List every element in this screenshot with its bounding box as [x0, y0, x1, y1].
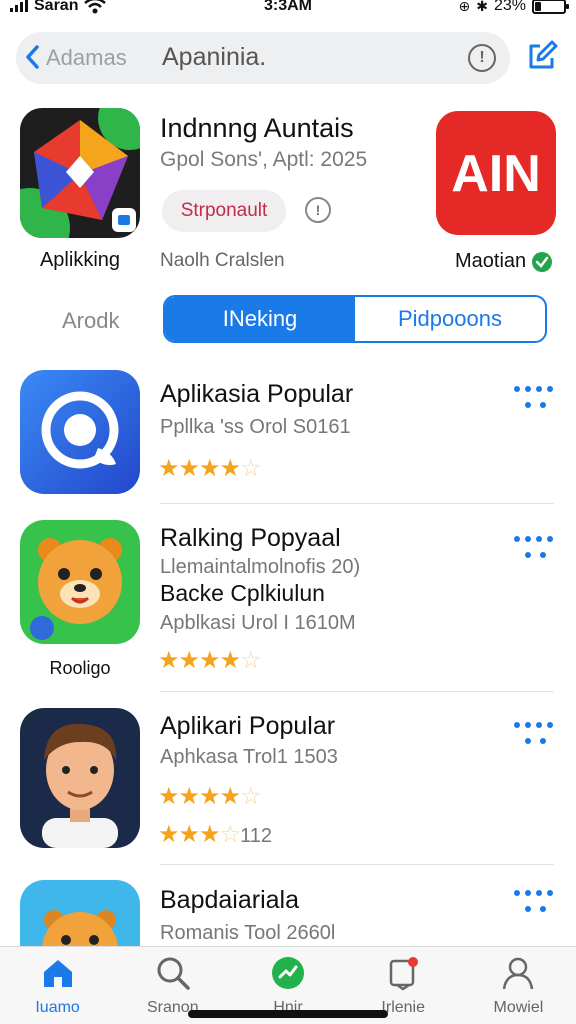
app-title: Aplikasia Popular — [160, 380, 354, 408]
app-icon[interactable] — [20, 708, 140, 848]
divider — [160, 691, 554, 692]
app-title: Aplikari Popular — [160, 712, 336, 740]
app-label-under-icon[interactable]: Rooligo — [20, 658, 140, 679]
app-subtitle-secondary: Apblkasi Urol I 1610M — [160, 612, 356, 634]
avatar-app-icon — [20, 708, 140, 848]
bear-app-icon — [20, 520, 140, 644]
rating-stars-filled: ★★★ — [158, 821, 221, 848]
notification-icon — [389, 957, 419, 991]
rating-count: 112 — [240, 825, 272, 847]
rating-star-empty: ☆ — [240, 783, 261, 810]
featured-right-label-row[interactable]: Maotian — [455, 250, 553, 273]
app-title: Ralking Popyaal — [160, 524, 341, 552]
featured-subtitle: Gpol Sons', Aptl: 2025 — [160, 148, 368, 171]
featured-description: Naolh Cralslen — [160, 250, 285, 271]
featured-app-artwork — [20, 108, 140, 238]
segment-ineking[interactable]: INeking — [165, 297, 355, 341]
featured-title: Indnnng Auntais — [160, 113, 354, 143]
divider — [160, 503, 554, 504]
lock-rotation-icon: ⊕ — [458, 0, 471, 14]
battery-fill — [535, 1, 541, 11]
rating-stars-filled: ★★★★ — [158, 455, 241, 482]
app-icon[interactable] — [20, 520, 140, 644]
rating-stars-secondary: ★★★☆112 — [158, 820, 272, 849]
profile-icon — [503, 957, 534, 990]
tab-profile[interactable]: Mowiel — [461, 947, 576, 1024]
rating-stars-filled: ★★★★ — [158, 783, 241, 810]
rating-stars: ★★★★☆ — [158, 454, 262, 483]
app-title: Bapdaiariala — [160, 886, 299, 914]
segment-pidpooons[interactable]: Pidpooons — [355, 297, 545, 341]
chat-icon — [272, 957, 304, 989]
app-subtitle: Llemaintalmolnofis 20) — [160, 556, 361, 578]
rating-star-empty: ☆ — [240, 455, 261, 482]
rating-stars-filled: ★★★★ — [158, 647, 241, 674]
bluetooth-icon: ✱ — [476, 0, 488, 14]
more-options-icon[interactable] — [512, 384, 553, 414]
more-options-icon[interactable] — [512, 888, 553, 918]
status-bar: Saran 3:3AM ⊕ ✱ 23% — [0, 0, 576, 20]
app-subtitle: Romanis Tool 2660l — [160, 922, 336, 944]
tab-home[interactable]: Iuamo — [0, 947, 115, 1024]
app-subtitle: Ppllka 'ss Orol S0161 — [160, 416, 351, 438]
battery-percent: 23% — [493, 0, 526, 14]
ain-logo-text: AIN — [451, 145, 541, 203]
chat-app-icon — [20, 370, 140, 494]
featured-app-icon[interactable] — [20, 108, 140, 238]
tab-profile-label: Mowiel — [493, 999, 544, 1016]
compose-icon[interactable] — [526, 40, 558, 72]
rating-stars: ★★★★☆ — [158, 782, 262, 811]
battery-icon — [532, 0, 569, 14]
ain-logo-icon: AIN — [451, 145, 541, 203]
back-label[interactable]: Adamas — [46, 45, 127, 71]
back-chevron-icon[interactable] — [24, 44, 40, 70]
rating-stars: ★★★★☆ — [158, 646, 262, 675]
featured-chip-button[interactable]: Strponault — [162, 190, 286, 232]
home-icon — [43, 960, 72, 987]
verified-check-icon — [532, 251, 553, 272]
app-secondary-title: Backe Cplkiulun — [160, 580, 325, 606]
rating-star-half: ☆ — [219, 821, 241, 848]
featured-info-icon[interactable]: ! — [305, 197, 331, 223]
search-title[interactable]: Apaninia. — [162, 43, 266, 72]
search-icon — [157, 957, 190, 990]
info-icon[interactable]: ! — [468, 44, 496, 72]
rating-star-empty: ☆ — [240, 647, 261, 674]
status-right: ⊕ ✱ 23% — [458, 0, 569, 15]
featured-app-label[interactable]: Aplikking — [20, 249, 140, 272]
segment-left-label[interactable]: Arodk — [62, 308, 119, 334]
tab-home-label: Iuamo — [35, 999, 80, 1016]
segmented-control: INeking Pidpooons — [163, 295, 547, 343]
featured-right-label: Maotian — [455, 250, 527, 272]
more-options-icon[interactable] — [512, 534, 553, 564]
featured-right-app-icon[interactable]: AIN — [436, 111, 556, 235]
home-indicator[interactable] — [188, 1010, 388, 1018]
more-options-icon[interactable] — [512, 720, 553, 750]
app-icon[interactable] — [20, 370, 140, 494]
app-subtitle: Aphkasa Trol1 1503 — [160, 746, 338, 768]
divider — [160, 864, 554, 865]
